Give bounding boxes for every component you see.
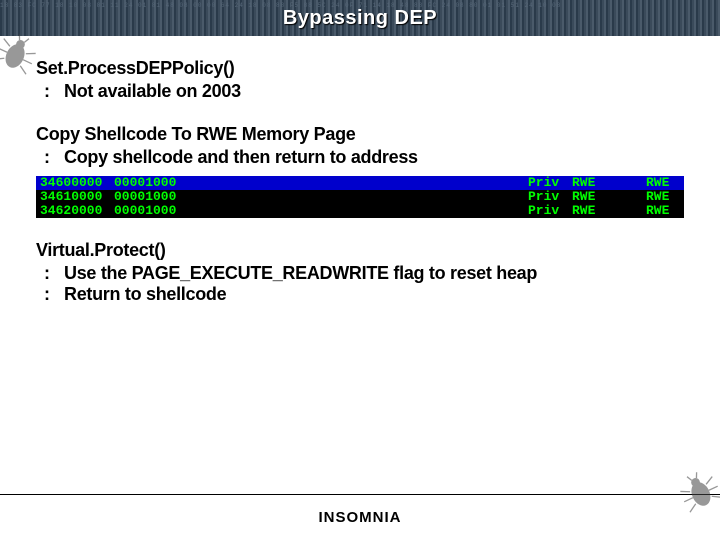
slide-footer: INSOMNIA	[0, 494, 720, 540]
section-title: Virtual.Protect()	[36, 240, 684, 261]
mem-perm: RWE	[572, 176, 606, 190]
bullet-marker: :	[44, 81, 64, 102]
slide-title: Bypassing DEP	[283, 7, 437, 30]
section-setprocessdeppolicy: Set.ProcessDEPPolicy() : Not available o…	[36, 58, 684, 102]
bullet-marker: :	[44, 147, 64, 168]
section-virtualprotect: Virtual.Protect() : Use the PAGE_EXECUTE…	[36, 240, 684, 305]
mem-perm2: RWE	[646, 176, 684, 190]
mem-perm2: RWE	[646, 204, 684, 218]
section-title: Set.ProcessDEPPolicy()	[36, 58, 684, 79]
mem-address: 34620000	[36, 204, 114, 218]
bullet-line: : Return to shellcode	[44, 284, 684, 305]
memory-row: 34600000 00001000 Priv RWE RWE	[36, 176, 684, 190]
bullet-text: Copy shellcode and then return to addres…	[64, 147, 418, 168]
bullet-text: Use the PAGE_EXECUTE_READWRITE flag to r…	[64, 263, 537, 284]
mem-address: 34610000	[36, 190, 114, 204]
slide-content: Set.ProcessDEPPolicy() : Not available o…	[0, 36, 720, 305]
mem-perm2: RWE	[646, 190, 684, 204]
bullet-text: Not available on 2003	[64, 81, 241, 102]
bullet-marker: :	[44, 284, 64, 305]
mem-perm: RWE	[572, 204, 606, 218]
mem-priv: Priv	[528, 190, 572, 204]
mem-priv: Priv	[528, 176, 572, 190]
memory-table: 34600000 00001000 Priv RWE RWE 34610000 …	[36, 176, 684, 218]
mem-value: 00001000	[114, 204, 192, 218]
mem-perm: RWE	[572, 190, 606, 204]
bullet-text: Return to shellcode	[64, 284, 226, 305]
bullet-line: : Copy shellcode and then return to addr…	[44, 147, 684, 168]
memory-row: 34610000 00001000 Priv RWE RWE	[36, 190, 684, 204]
slide-header: Bypassing DEP	[0, 0, 720, 36]
bullet-line: : Use the PAGE_EXECUTE_READWRITE flag to…	[44, 263, 684, 284]
mem-value: 00001000	[114, 190, 192, 204]
bullet-marker: :	[44, 263, 64, 284]
section-title: Copy Shellcode To RWE Memory Page	[36, 124, 684, 145]
mem-priv: Priv	[528, 204, 572, 218]
bullet-line: : Not available on 2003	[44, 81, 684, 102]
mem-value: 00001000	[114, 176, 192, 190]
memory-row: 34620000 00001000 Priv RWE RWE	[36, 204, 684, 218]
mem-address: 34600000	[36, 176, 114, 190]
section-copy-shellcode: Copy Shellcode To RWE Memory Page : Copy…	[36, 124, 684, 218]
footer-brand: INSOMNIA	[319, 509, 402, 526]
